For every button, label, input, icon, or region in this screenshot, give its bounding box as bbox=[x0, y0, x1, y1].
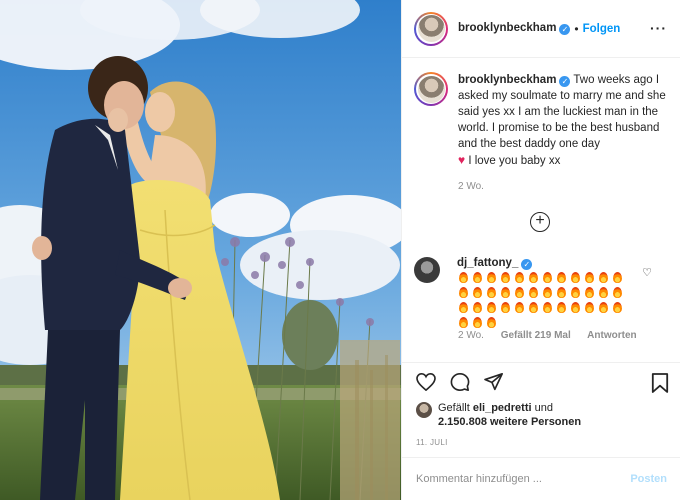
post-comment-button[interactable]: Posten bbox=[630, 473, 667, 485]
verified-badge-icon: ✓ bbox=[521, 259, 533, 270]
fire-emoji-icon bbox=[499, 285, 512, 299]
fire-emoji-icon bbox=[513, 270, 526, 284]
post-header: brooklynbeckham ✓ • Folgen ··· bbox=[402, 0, 680, 58]
reply-button[interactable]: Antworten bbox=[587, 330, 636, 341]
profile-picture bbox=[417, 75, 445, 103]
fire-emoji-icon bbox=[527, 300, 540, 314]
comment-username[interactable]: dj_fattony_ bbox=[457, 257, 518, 269]
fire-emoji-icon bbox=[457, 315, 470, 329]
caption-tail: I love you baby xx bbox=[468, 155, 561, 167]
verified-badge-icon: ✓ bbox=[559, 24, 571, 35]
fire-emoji-icon bbox=[597, 285, 610, 299]
header-username-text[interactable]: brooklynbeckham bbox=[458, 22, 556, 34]
verified-badge-icon: ✓ bbox=[559, 76, 571, 87]
fire-emoji-icon bbox=[597, 300, 610, 314]
fire-emoji-icon bbox=[471, 285, 484, 299]
avatar[interactable] bbox=[414, 11, 448, 46]
caption-username[interactable]: brooklynbeckham bbox=[458, 74, 556, 86]
comment-timestamp[interactable]: 2 Wo. bbox=[458, 330, 484, 341]
share-send-icon[interactable] bbox=[484, 373, 504, 391]
fire-emoji-icon bbox=[541, 270, 554, 284]
fire-emoji-icon bbox=[457, 300, 470, 314]
liker-avatar[interactable] bbox=[416, 402, 432, 418]
fire-emoji-icon bbox=[569, 285, 582, 299]
fire-emoji-icon bbox=[485, 285, 498, 299]
post-photo[interactable] bbox=[0, 0, 401, 500]
fire-emoji-icon bbox=[471, 300, 484, 314]
comment-input[interactable] bbox=[416, 473, 616, 485]
fire-emoji-icon bbox=[527, 270, 540, 284]
caption-timestamp[interactable]: 2 Wo. bbox=[458, 181, 484, 192]
header-username[interactable]: brooklynbeckham ✓ bbox=[458, 22, 571, 35]
fire-emoji-icon bbox=[569, 300, 582, 314]
fire-emoji-icon bbox=[457, 270, 470, 284]
post-date[interactable]: 11. JULI bbox=[416, 438, 448, 447]
fire-emoji-icon bbox=[555, 270, 568, 284]
fire-emoji-icon bbox=[471, 315, 484, 329]
fire-emoji-icon bbox=[527, 285, 540, 299]
fire-emoji-icon bbox=[485, 270, 498, 284]
fire-emoji-icon bbox=[485, 300, 498, 314]
fire-emoji-icon bbox=[555, 300, 568, 314]
comment-meta: 2 Wo. Gefällt 219 Mal Antworten bbox=[458, 330, 651, 341]
red-heart-icon: ♥ bbox=[458, 153, 466, 167]
profile-picture bbox=[417, 15, 445, 42]
fire-emoji-icon bbox=[583, 285, 596, 299]
couple-photo bbox=[0, 0, 401, 500]
comment-likes[interactable]: Gefällt 219 Mal bbox=[501, 330, 571, 341]
fire-emoji-icon bbox=[569, 270, 582, 284]
fire-emoji-icon bbox=[513, 300, 526, 314]
action-icons bbox=[416, 373, 504, 391]
follow-button[interactable]: Folgen bbox=[583, 23, 621, 35]
fire-emoji-icon bbox=[583, 300, 596, 314]
fire-emoji-icon bbox=[541, 300, 554, 314]
more-options-icon[interactable]: ··· bbox=[650, 20, 667, 36]
load-more-comments-icon[interactable]: + bbox=[530, 212, 550, 232]
fire-emoji-icon bbox=[513, 285, 526, 299]
fire-emoji-icon bbox=[583, 270, 596, 284]
fire-emoji-icon bbox=[485, 315, 498, 329]
fire-emoji-icon bbox=[499, 270, 512, 284]
fire-emoji-icon bbox=[597, 270, 610, 284]
post-side-panel: brooklynbeckham ✓ • Folgen ··· brooklynbe… bbox=[401, 0, 680, 500]
like-heart-icon[interactable] bbox=[416, 373, 436, 391]
fire-emoji-icon bbox=[611, 300, 624, 314]
fire-emoji-icon bbox=[499, 300, 512, 314]
caption: brooklynbeckham ✓ Two weeks ago I asked m… bbox=[414, 72, 674, 169]
comment-avatar[interactable] bbox=[414, 257, 440, 283]
liked-prefix: Gefällt bbox=[438, 402, 470, 414]
liked-by-text: Gefällt eli_pedretti und 2.150.808 weite… bbox=[438, 401, 581, 429]
comment-body: dj_fattony_ ✓ bbox=[457, 257, 647, 329]
like-comment-heart-icon[interactable]: ♡ bbox=[642, 266, 652, 279]
likes-count[interactable]: 2.150.808 weitere Personen bbox=[438, 416, 581, 428]
comment-item: dj_fattony_ ✓ ♡ 2 Wo. Gefällt 219 Mal Ant… bbox=[414, 257, 674, 341]
liked-and: und bbox=[534, 402, 553, 414]
fire-emoji-icon bbox=[611, 270, 624, 284]
add-comment-bar: Posten bbox=[402, 457, 680, 500]
caption-text: brooklynbeckham ✓ Two weeks ago I asked m… bbox=[458, 72, 670, 169]
caption-avatar[interactable] bbox=[414, 72, 448, 106]
fire-emoji-icon bbox=[457, 285, 470, 299]
comment-bubble-icon[interactable] bbox=[450, 373, 470, 391]
fire-emoji-icon bbox=[471, 270, 484, 284]
liked-by: Gefällt eli_pedretti und 2.150.808 weite… bbox=[416, 401, 581, 429]
fire-emoji-icon bbox=[555, 285, 568, 299]
fire-emoji-row bbox=[457, 270, 632, 329]
fire-emoji-icon bbox=[541, 285, 554, 299]
separator-dot: • bbox=[574, 21, 579, 36]
bookmark-icon[interactable] bbox=[651, 373, 669, 393]
fire-emoji-icon bbox=[611, 285, 624, 299]
liker-username[interactable]: eli_pedretti bbox=[473, 402, 532, 414]
